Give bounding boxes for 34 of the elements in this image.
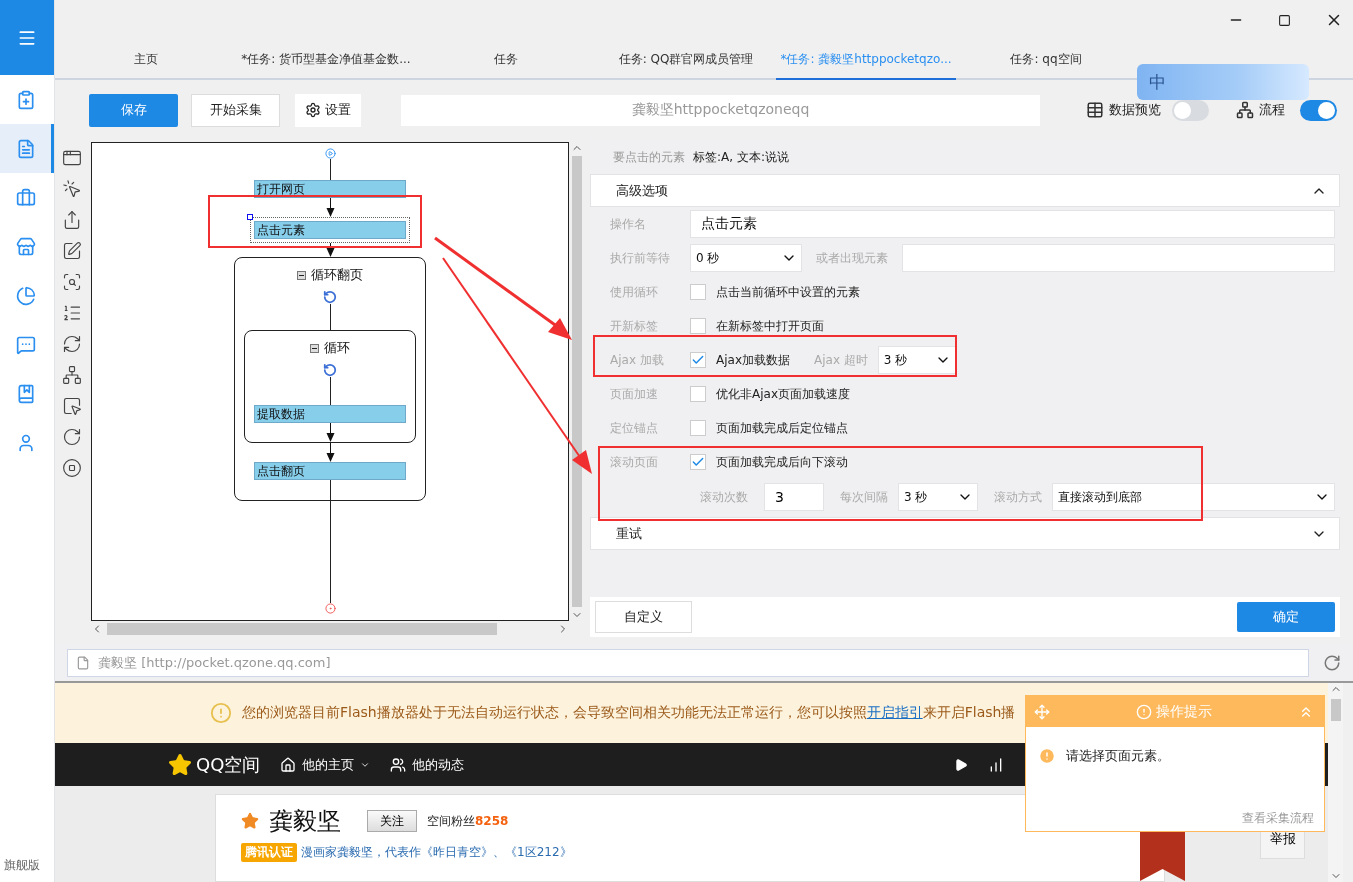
field-label: 定位锚点 (610, 419, 659, 437)
checkbox-label: 在新标签中打开页面 (716, 317, 824, 335)
loop-title: 循环翻页 (311, 266, 363, 284)
field-label: 每次间隔 (840, 488, 888, 506)
checkbox-label: 点击当前循环中设置的元素 (716, 283, 860, 301)
target-value: 标签:A, 文本:说说 (693, 148, 789, 166)
profile-bio: 漫画家龚毅坚，代表作《昨日青空》、《1区212》 (301, 844, 572, 861)
field-label: 滚动次数 (700, 488, 748, 506)
loop-title: 循环 (324, 339, 350, 357)
tip-title: 操作提示 (1156, 702, 1212, 721)
field-label: 或者出现元素 (816, 249, 888, 267)
fans-label: 空间粉丝 (427, 812, 475, 830)
target-label: 要点击的元素 (613, 148, 685, 166)
checkbox-label: 页面加载完成后向下滚动 (716, 453, 848, 471)
verified-badge: 腾讯认证 (241, 843, 297, 862)
profile-name: 龚毅坚 (269, 806, 341, 837)
data-preview-label: 数据预览 (1109, 101, 1161, 119)
field-label: 滚动方式 (994, 488, 1042, 506)
field-label: 页面加速 (610, 385, 659, 403)
field-label: 滚动页面 (610, 453, 659, 471)
field-label: 执行前等待 (610, 249, 671, 267)
field-label: Ajax 加载 (610, 351, 665, 369)
edition-label: 旗舰版 (3, 857, 41, 874)
field-label: Ajax 超时 (814, 351, 868, 369)
fans-count: 8258 (475, 814, 509, 828)
flow-label: 流程 (1259, 101, 1285, 119)
field-label: 使用循环 (610, 283, 659, 301)
flash-notice-text: 您的浏览器目前Flash播放器处于无法自动运行状态，会导致空间相关功能无法正常运行，您可以按照开启指引 来开启Flash播 (242, 704, 1016, 722)
checkbox-label: 优化非Ajax页面加载速度 (716, 385, 850, 403)
field-label: 操作名 (610, 215, 647, 233)
checkbox-label: Ajax加载数据 (716, 351, 790, 369)
tip-message: 请选择页面元素。 (1066, 747, 1170, 765)
checkbox-label: 页面加载完成后定位锚点 (716, 419, 848, 437)
field-label: 开新标签 (610, 317, 659, 335)
